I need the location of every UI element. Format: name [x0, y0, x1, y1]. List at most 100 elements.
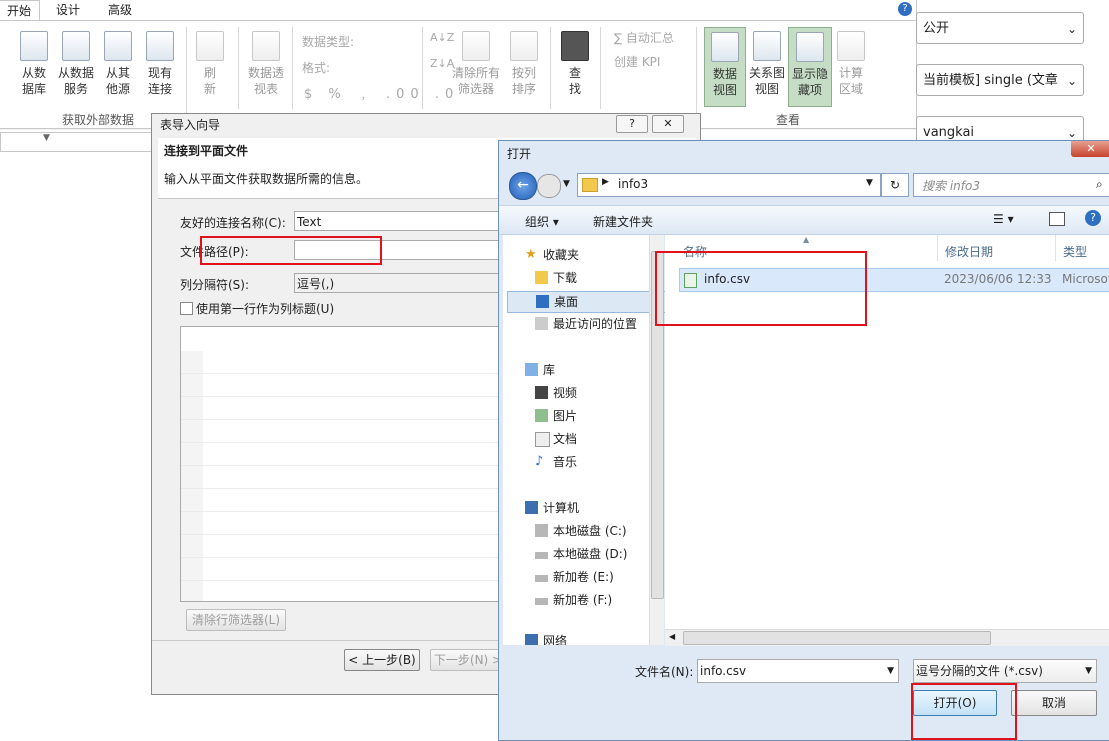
column-divider: [937, 235, 938, 261]
from-database-button[interactable]: 从数 据库: [14, 31, 54, 97]
tab-design[interactable]: 设计: [48, 0, 88, 20]
nav-videos[interactable]: 视频: [529, 383, 577, 403]
next-button[interactable]: 下一步(N) >: [430, 649, 506, 671]
view-options-icon[interactable]: ☰ ▾: [993, 212, 1014, 226]
pivot-label-2: 视表: [253, 82, 278, 96]
tab-home[interactable]: 开始: [0, 0, 41, 21]
horizontal-scrollbar[interactable]: ◀: [665, 629, 1109, 646]
forward-arrow-icon[interactable]: [537, 174, 561, 198]
first-row-header-checkbox[interactable]: [180, 302, 193, 315]
right-dropdown-1[interactable]: 公开 ⌄: [916, 12, 1084, 44]
nav-music-label: 音乐: [553, 455, 578, 469]
format-label[interactable]: 格式:: [302, 59, 330, 76]
calculation-area-button[interactable]: 计算 区域: [834, 31, 868, 97]
nav-pictures[interactable]: 图片: [529, 406, 577, 426]
existing-connections-button[interactable]: 现有 连接: [142, 31, 178, 97]
nav-libraries[interactable]: 库: [519, 360, 555, 380]
back-button[interactable]: < 上一步(B): [344, 649, 420, 671]
nav-network-label: 网络: [543, 634, 568, 645]
sort-by-label-1: 按列: [511, 66, 536, 80]
nav-network[interactable]: 网络: [519, 631, 567, 645]
clear-all-filters-button[interactable]: 清除所有 筛选器: [450, 31, 502, 97]
tab-advanced[interactable]: 高级: [100, 0, 140, 20]
search-box[interactable]: 搜索 info3 ⌕: [913, 173, 1109, 197]
drive-icon: [535, 575, 548, 582]
from-other-sources-button[interactable]: 从其 他源: [100, 31, 136, 97]
nav-documents[interactable]: 文档: [529, 429, 577, 449]
hidden-columns-icon: [796, 32, 824, 62]
breadcrumb-info3[interactable]: info3: [618, 177, 648, 191]
address-bar[interactable]: ▶ info3 ▼: [577, 173, 881, 197]
name-box[interactable]: ▼: [0, 132, 154, 152]
nav-favorites[interactable]: ★ 收藏夹: [519, 245, 579, 265]
filename-input[interactable]: info.csv ▼: [697, 659, 899, 683]
back-arrow-icon[interactable]: ←: [509, 172, 537, 200]
nav-desktop[interactable]: 桌面: [507, 291, 671, 313]
ribbon: 开始 设计 高级 ? 从数 据库 从数据 服务 从其 他源 现有 连接 获取外部…: [0, 0, 917, 152]
number-format-icons[interactable]: $ % ﹐ .00 .0: [304, 83, 459, 102]
clear-row-filters-button[interactable]: 清除行筛选器(L): [186, 609, 286, 631]
chevron-down-icon[interactable]: ▼: [866, 178, 873, 188]
nav-music[interactable]: ♪ 音乐: [529, 452, 577, 472]
pivot-table-button[interactable]: 数据透 视表: [244, 31, 288, 97]
sort-by-column-button[interactable]: 按列 排序: [506, 31, 542, 97]
cancel-button[interactable]: 取消: [1011, 690, 1097, 716]
from-database-label-1: 从数: [21, 66, 46, 80]
create-kpi-button[interactable]: 创建 KPI: [614, 53, 660, 70]
calc-area-label-1: 计算: [838, 66, 863, 80]
right-dropdown-2-value: 当前模板] single (文章: [923, 73, 1058, 88]
nav-vol-f[interactable]: 新加卷 (F:): [529, 590, 612, 610]
refresh-icon[interactable]: ↻: [881, 173, 909, 197]
right-dropdown-2[interactable]: 当前模板] single (文章 ⌄: [916, 64, 1084, 96]
diagram-view-label-2: 视图: [754, 82, 779, 96]
existing-label-1: 现有: [147, 66, 172, 80]
show-hidden-label-1: 显示隐: [791, 67, 828, 81]
data-preview-grid[interactable]: [180, 326, 504, 602]
close-button[interactable]: ✕: [1071, 141, 1109, 157]
column-modified[interactable]: 修改日期: [945, 243, 993, 260]
horizontal-scrollbar-thumb[interactable]: [683, 631, 991, 645]
find-button[interactable]: 查 找: [560, 31, 590, 97]
nav-vol-e[interactable]: 新加卷 (E:): [529, 567, 614, 587]
nav-computer[interactable]: 计算机: [519, 498, 579, 518]
show-hidden-button[interactable]: 显示隐 藏项: [788, 27, 832, 107]
nav-disk-d[interactable]: 本地磁盘 (D:): [529, 544, 627, 564]
chevron-down-icon[interactable]: ▼: [563, 179, 570, 189]
nav-downloads[interactable]: 下载: [529, 268, 577, 288]
recent-places-icon: [535, 317, 548, 330]
from-data-service-button[interactable]: 从数据 服务: [56, 31, 96, 97]
calc-area-label-2: 区域: [838, 82, 863, 96]
show-hidden-label-2: 藏项: [797, 83, 822, 97]
friendly-name-field[interactable]: Text: [294, 211, 514, 231]
find-label-1: 查: [568, 66, 581, 80]
nav-recent[interactable]: 最近访问的位置: [529, 314, 637, 334]
help-icon[interactable]: ?: [898, 2, 912, 16]
group-divider: [238, 27, 239, 109]
diagram-view-button[interactable]: 关系图 视图: [748, 31, 786, 97]
data-view-button[interactable]: 数据 视图: [704, 27, 746, 107]
refresh-button[interactable]: 刷 新: [196, 31, 224, 97]
nav-disk-c[interactable]: 本地磁盘 (C:): [529, 521, 627, 541]
delimiter-select[interactable]: 逗号(,): [294, 273, 514, 293]
nav-disk-d-label: 本地磁盘 (D:): [553, 547, 628, 561]
from-service-label-2: 服务: [63, 82, 88, 96]
help-icon[interactable]: ?: [1085, 210, 1101, 226]
preview-pane-icon[interactable]: [1049, 212, 1065, 226]
wizard-close-button[interactable]: ✕: [652, 115, 684, 133]
new-folder-button[interactable]: 新建文件夹: [593, 213, 653, 230]
binoculars-icon: [561, 31, 589, 61]
chevron-down-icon: ▼: [43, 133, 50, 143]
wizard-help-button[interactable]: ?: [616, 115, 648, 133]
group-divider: [292, 27, 293, 109]
data-type-label[interactable]: 数据类型:: [302, 33, 354, 50]
autosum-button[interactable]: ∑ 自动汇总: [614, 29, 674, 46]
globe-table-icon: [62, 31, 90, 61]
column-type[interactable]: 类型: [1063, 243, 1087, 260]
nav-disk-c-label: 本地磁盘 (C:): [553, 524, 627, 538]
drive-icon: [535, 598, 548, 605]
organize-button[interactable]: 组织 ▾: [525, 213, 559, 230]
nav-recent-label: 最近访问的位置: [553, 317, 638, 331]
scroll-left-icon[interactable]: ◀: [669, 632, 675, 641]
filename-value: info.csv: [700, 664, 747, 678]
file-type-filter[interactable]: 逗号分隔的文件 (*.csv) ▼: [913, 659, 1097, 683]
